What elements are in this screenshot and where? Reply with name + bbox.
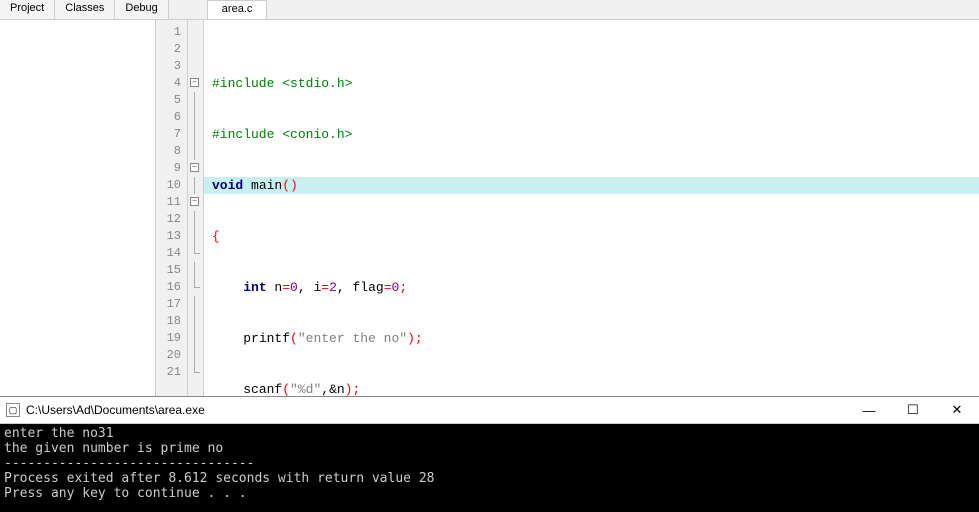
fold-icon[interactable]: − — [190, 78, 199, 87]
fold-column: − − − — [188, 20, 204, 396]
file-tab-area-c[interactable]: area.c — [207, 0, 268, 19]
editor-area: 123 456 789 101112 131415 161718 192021 … — [0, 20, 979, 396]
tab-debug[interactable]: Debug — [115, 0, 168, 19]
tab-project[interactable]: Project — [0, 0, 55, 19]
console-titlebar[interactable]: ▢ C:\Users\Ad\Documents\area.exe — ☐ ✕ — [0, 396, 979, 424]
fold-icon[interactable]: − — [190, 163, 199, 172]
console-app-icon: ▢ — [6, 403, 20, 417]
tab-classes[interactable]: Classes — [55, 0, 115, 19]
top-tabs: Project Classes Debug area.c — [0, 0, 979, 20]
fold-icon[interactable]: − — [190, 197, 199, 206]
minimize-button[interactable]: — — [847, 396, 891, 424]
console-output[interactable]: enter the no31 the given number is prime… — [0, 424, 979, 512]
console-title: C:\Users\Ad\Documents\area.exe — [26, 403, 847, 417]
window-controls: — ☐ ✕ — [847, 396, 979, 424]
project-panel — [0, 20, 156, 396]
code-content[interactable]: #include <stdio.h> #include <conio.h> vo… — [204, 20, 979, 396]
close-button[interactable]: ✕ — [935, 396, 979, 424]
line-number-gutter: 123 456 789 101112 131415 161718 192021 — [156, 20, 188, 396]
maximize-button[interactable]: ☐ — [891, 396, 935, 424]
code-editor[interactable]: 123 456 789 101112 131415 161718 192021 … — [156, 20, 979, 396]
